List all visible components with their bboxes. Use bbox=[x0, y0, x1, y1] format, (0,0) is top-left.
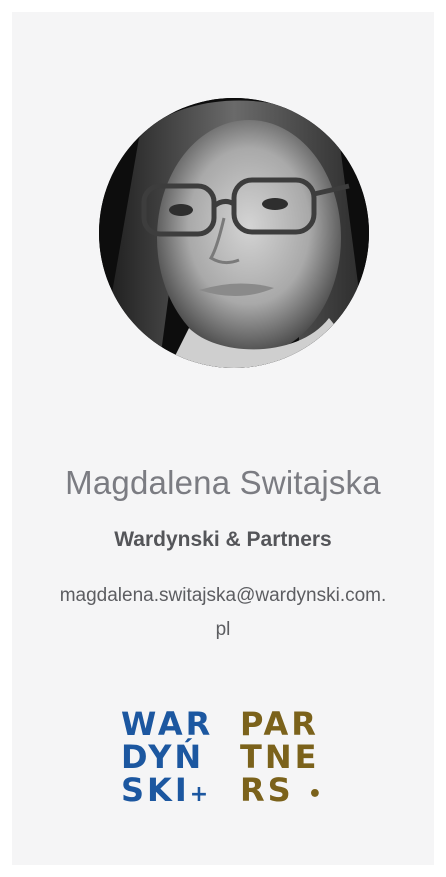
logo-line: WAR bbox=[121, 705, 214, 743]
dot-icon: • bbox=[307, 782, 322, 807]
person-name: Magdalena Switajska bbox=[65, 464, 381, 501]
profile-card: Magdalena Switajska Wardynski & Partners… bbox=[12, 12, 434, 865]
logo-line-text: SKI bbox=[121, 771, 190, 809]
logo-line: TNE bbox=[240, 738, 320, 776]
profile-photo bbox=[99, 98, 369, 368]
company-logo: WAR DYŃ SKI+ PAR TNE RS • bbox=[121, 708, 351, 812]
logo-line-text: RS bbox=[240, 771, 294, 809]
logo-line: RS • bbox=[240, 774, 322, 811]
company-name: Wardynski & Partners bbox=[114, 528, 332, 551]
logo-blue-text: WAR DYŃ SKI+ bbox=[121, 708, 213, 811]
logo-line: PAR bbox=[240, 705, 319, 743]
plus-icon: + bbox=[189, 782, 209, 807]
logo-line: SKI+ bbox=[121, 774, 213, 811]
email-link[interactable]: magdalena.switajska@wardynski.com.pl bbox=[58, 579, 388, 647]
logo-line: DYŃ bbox=[121, 738, 205, 776]
portrait-icon bbox=[99, 98, 369, 368]
logo-gold-text: PAR TNE RS • bbox=[240, 708, 322, 811]
